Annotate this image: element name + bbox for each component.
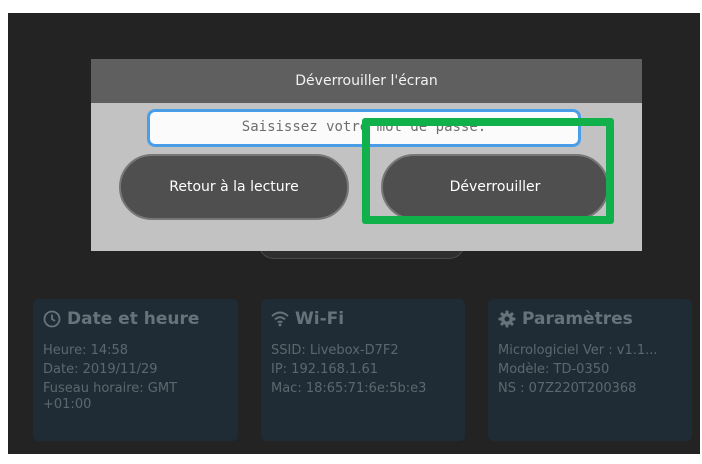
gear-icon	[498, 310, 516, 328]
wifi-card: Wi-Fi SSID: Livebox-D7F2 IP: 192.168.1.6…	[261, 299, 465, 441]
datetime-card: Date et heure Heure: 14:58 Date: 2019/11…	[33, 299, 238, 441]
back-to-playback-button[interactable]: Retour à la lecture	[119, 154, 349, 220]
dialog-title: Déverrouiller l'écran	[91, 59, 642, 103]
ip-value: IP: 192.168.1.61	[271, 362, 379, 377]
firmware-value: Micrologiciel Ver : v1.1...	[498, 343, 658, 358]
wifi-icon	[271, 311, 289, 327]
ssid-value: SSID: Livebox-D7F2	[271, 343, 399, 358]
date-value: Date: 2019/11/29	[43, 362, 158, 377]
wifi-title-label: Wi-Fi	[295, 309, 345, 329]
time-value: Heure: 14:58	[43, 343, 129, 358]
highlight-frame	[362, 118, 614, 224]
clock-icon	[43, 310, 61, 328]
model-value: Modèle: TD-0350	[498, 362, 610, 377]
mac-value: Mac: 18:65:71:6e:5b:e3	[271, 381, 427, 396]
device-screen: Date et heure Heure: 14:58 Date: 2019/11…	[8, 13, 700, 454]
datetime-title-label: Date et heure	[67, 309, 200, 329]
settings-card-title: Paramètres	[498, 309, 633, 329]
settings-title-label: Paramètres	[522, 309, 633, 329]
timezone-value-continued: +01:00	[43, 397, 92, 412]
datetime-card-title: Date et heure	[43, 309, 199, 329]
wifi-card-title: Wi-Fi	[271, 309, 344, 329]
serial-number-value: NS : 07Z220T200368	[498, 381, 637, 396]
settings-card: Paramètres Micrologiciel Ver : v1.1... M…	[488, 299, 692, 441]
timezone-value: Fuseau horaire: GMT	[43, 381, 178, 396]
